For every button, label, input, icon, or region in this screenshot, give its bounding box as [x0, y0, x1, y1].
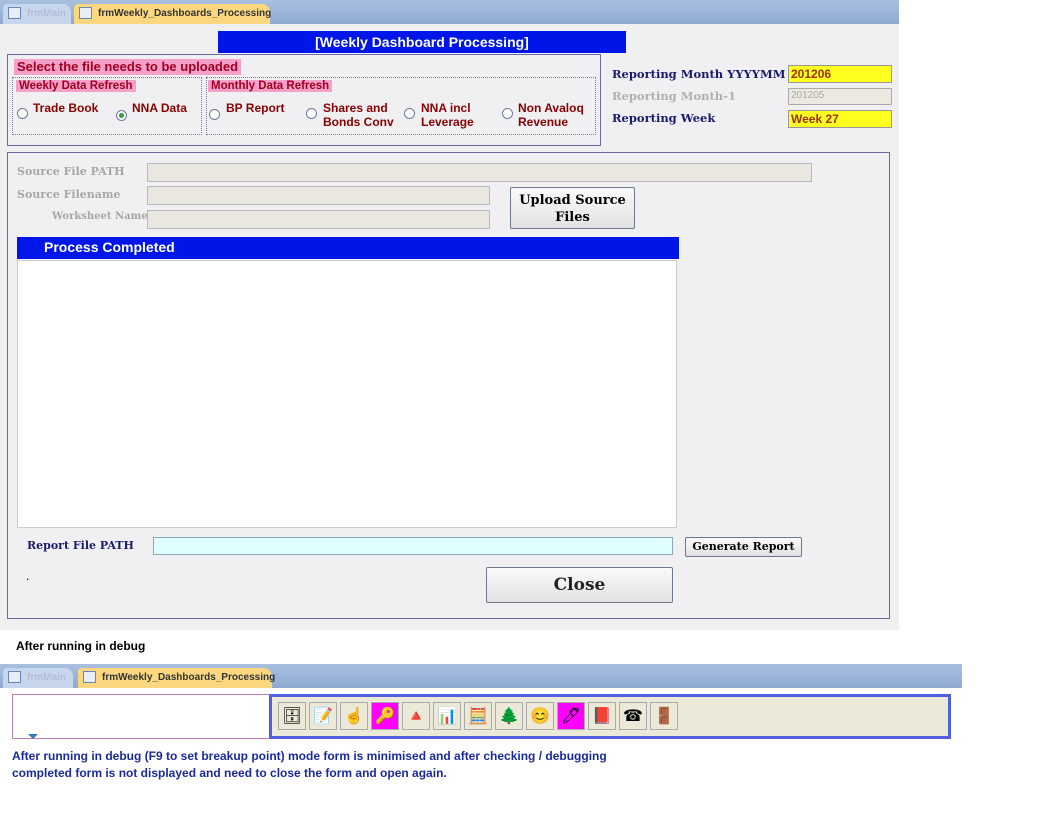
monthly-heading: Monthly Data Refresh [208, 80, 333, 92]
process-log-area[interactable] [17, 260, 677, 528]
worksheet-label: Worksheet Name [52, 211, 148, 222]
worksheet-field[interactable] [147, 210, 490, 229]
radio-nna-leverage[interactable] [404, 108, 415, 119]
tab-bar-minimised: frmMain frmWeekly_Dashboards_Processing [0, 664, 962, 688]
report-path-field[interactable] [153, 537, 673, 555]
label-nna-data: NNA Data [132, 101, 187, 115]
label-bp-report: BP Report [226, 101, 285, 115]
select-heading: Select the file needs to be uploaded [14, 59, 242, 75]
dropdown-arrow-icon[interactable] [28, 734, 38, 739]
radio-non-avaloq[interactable] [502, 108, 513, 119]
form-icon [8, 671, 21, 683]
source-filename-field[interactable] [147, 186, 490, 205]
radio-shares-bonds[interactable] [306, 108, 317, 119]
process-completed-header: Process Completed [17, 237, 679, 259]
calculator-icon[interactable]: 🧮 [464, 702, 492, 730]
close-button[interactable]: Close [486, 567, 673, 603]
debug-caption: After running in debug [16, 639, 146, 653]
reporting-month-field[interactable]: 201206 [788, 65, 892, 83]
tab-bar: frmMain frmWeekly_Dashboards_Processing [0, 0, 899, 24]
tree-icon[interactable]: 🌲 [495, 702, 523, 730]
form-icon [83, 671, 96, 683]
reporting-month-label: Reporting Month YYYYMM [612, 67, 786, 81]
radio-bp-report[interactable] [209, 109, 220, 120]
reporting-week-field[interactable]: Week 27 [788, 110, 892, 128]
debug-note: After running in debug (F9 to set breaku… [12, 749, 607, 780]
telephone-icon[interactable]: ☎ [619, 702, 647, 730]
radio-trade-book[interactable] [17, 108, 28, 119]
tab-weekly-dashboards[interactable]: frmWeekly_Dashboards_Processing [78, 668, 275, 688]
pen-icon[interactable]: 🖊 [557, 702, 585, 730]
key-icon[interactable]: 🔑 [371, 702, 399, 730]
weekly-heading: Weekly Data Refresh [16, 80, 136, 92]
notepad-icon[interactable]: 📝 [309, 702, 337, 730]
upload-source-files-button[interactable]: Upload Source Files [510, 187, 635, 229]
report-path-label: Report File PATH [27, 539, 134, 552]
exit-door-icon[interactable]: 🚪 [650, 702, 678, 730]
generate-report-button[interactable]: Generate Report [685, 537, 802, 557]
minimised-form[interactable] [12, 694, 270, 739]
reporting-prev-field: 201205 [788, 88, 892, 105]
source-path-field[interactable] [147, 163, 812, 182]
status-dot: . [26, 569, 30, 583]
cabinet-icon[interactable]: 🗄 [278, 702, 306, 730]
help-book-icon[interactable]: 📕 [588, 702, 616, 730]
label-nna-leverage: NNA incl Leverage [421, 101, 474, 129]
shapes-icon[interactable]: 🔺 [402, 702, 430, 730]
form-icon [8, 7, 21, 19]
radio-nna-data[interactable] [116, 110, 127, 121]
reporting-week-label: Reporting Week [612, 111, 716, 125]
source-path-label: Source File PATH [17, 165, 125, 178]
tab-weekly-dashboards[interactable]: frmWeekly_Dashboards_Processing [74, 4, 271, 24]
label-non-avaloq: Non Avaloq Revenue [518, 101, 584, 129]
smiley-icon[interactable]: 😊 [526, 702, 554, 730]
label-trade-book: Trade Book [33, 101, 99, 115]
source-filename-label: Source Filename [17, 188, 121, 201]
tab-frmmain[interactable]: frmMain [3, 4, 71, 24]
label-shares-bonds: Shares and Bonds Conv [323, 101, 394, 129]
chart-icon[interactable]: 📊 [433, 702, 461, 730]
form-title: [Weekly Dashboard Processing] [218, 31, 626, 53]
pointing-hand-icon[interactable]: ☝ [340, 702, 368, 730]
tab-frmmain[interactable]: frmMain [3, 668, 73, 688]
form-icon [79, 7, 92, 19]
custom-toolbar: 🗄 📝 ☝ 🔑 🔺 📊 🧮 🌲 😊 🖊 📕 ☎ 🚪 [269, 694, 951, 739]
reporting-prev-label: Reporting Month-1 [612, 89, 736, 103]
